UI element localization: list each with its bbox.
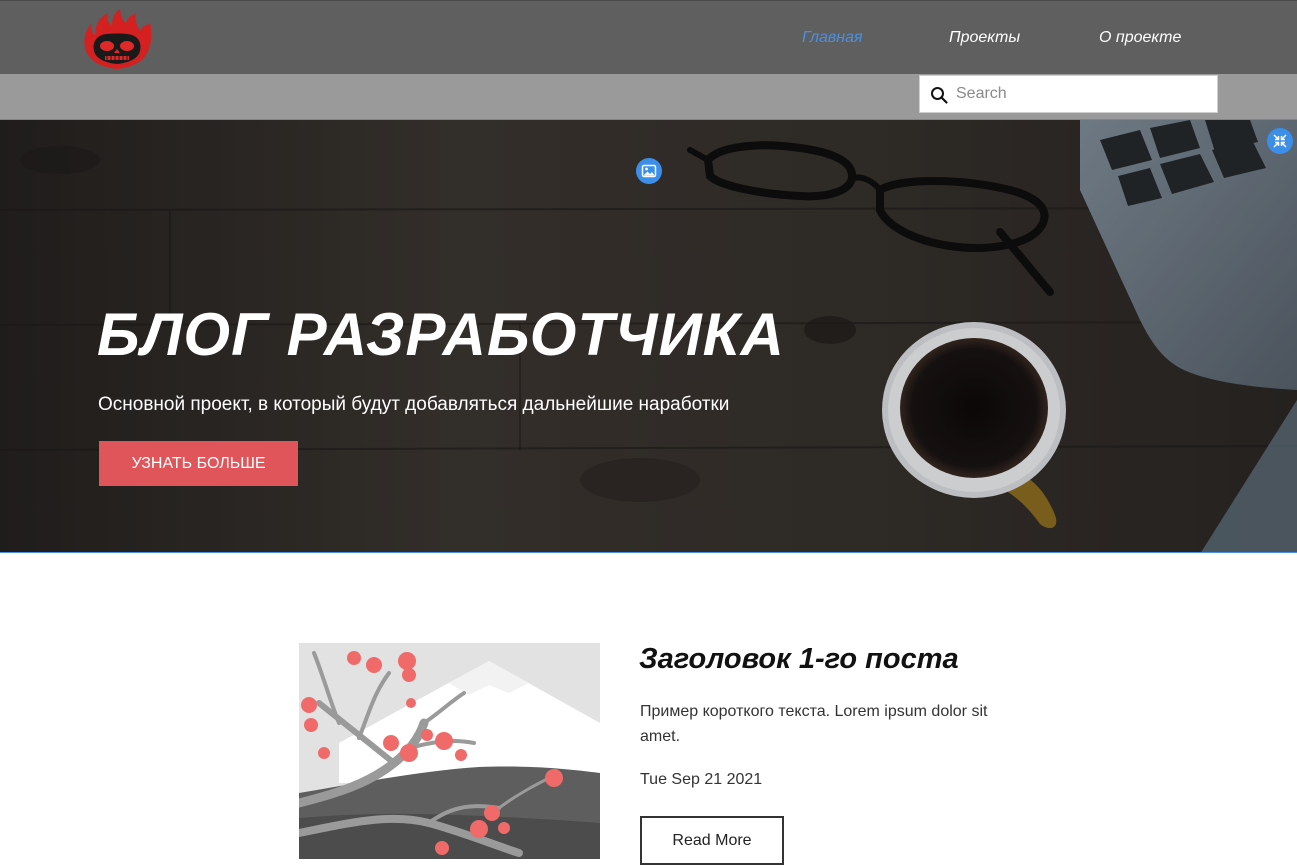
- post-title[interactable]: Заголовок 1-го поста: [639, 643, 959, 676]
- learn-more-button[interactable]: УЗНАТЬ БОЛЬШЕ: [99, 441, 298, 486]
- nav-link-about[interactable]: О проекте: [1099, 29, 1181, 47]
- collapse-icon[interactable]: [1267, 128, 1293, 154]
- read-more-button[interactable]: Read More: [640, 816, 784, 865]
- hero-title: БЛОГ РАЗРАБОТЧИКА: [97, 301, 785, 368]
- image-icon[interactable]: [636, 158, 662, 184]
- top-navbar: Главная Проекты О проекте: [0, 0, 1297, 74]
- post-date: Tue Sep 21 2021: [640, 771, 763, 788]
- hero-subtitle: Основной проект, в который будут добавля…: [98, 394, 730, 415]
- hero-section: БЛОГ РАЗРАБОТЧИКА Основной проект, в кот…: [0, 119, 1297, 553]
- search-box: [919, 75, 1218, 113]
- search-icon[interactable]: [930, 86, 948, 104]
- post-excerpt: Пример короткого текста. Lorem ipsum dol…: [640, 703, 988, 745]
- post-thumbnail[interactable]: [299, 643, 600, 859]
- flaming-skull-logo[interactable]: [78, 9, 156, 71]
- search-bar-strip: [0, 74, 1297, 119]
- post-thumbnail-illustration: [299, 643, 600, 859]
- nav-link-projects[interactable]: Проекты: [949, 29, 1020, 47]
- nav-link-home[interactable]: Главная: [802, 29, 863, 47]
- search-input[interactable]: [956, 76, 1212, 112]
